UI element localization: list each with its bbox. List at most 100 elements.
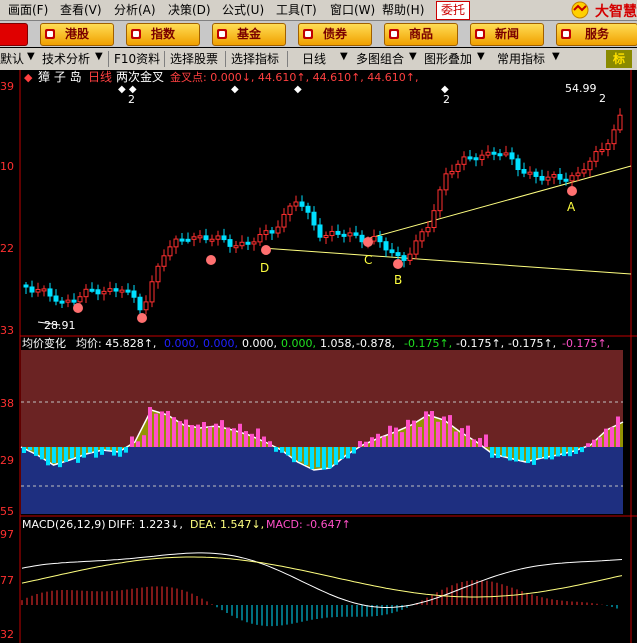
candle-body [275,226,281,234]
avg-bar [586,443,590,447]
avg-bar [394,427,398,447]
candle-body [209,238,215,242]
tb-multi-chart[interactable]: 多图组合 [356,50,404,68]
avg-bar [604,428,608,447]
avg-value: -0.175↑, [508,337,556,350]
candle-body [503,152,509,156]
candle-body [257,234,263,243]
candle-body [497,153,503,157]
candle-body [437,189,443,212]
avg-bar [292,447,296,463]
candle-body [65,299,71,303]
chart-canvas[interactable]: 39 10 22 33 ◆ 獐 子 岛 日线 两次金叉 金叉点: 0.000↓,… [0,70,637,643]
avg-bar [184,419,188,447]
tb-corner-button[interactable]: 标 [606,50,632,68]
avg-bar [58,447,62,468]
menu-formula[interactable]: 公式(U) [222,2,264,18]
candle-body [575,172,581,177]
avg-bar [340,447,344,459]
menu-tools[interactable]: 工具(T) [276,2,317,18]
candle-body [119,289,125,293]
candle-body [587,160,593,171]
candle-body [383,241,389,251]
nav-commodities[interactable]: 商品 [384,23,458,46]
avg-bar [430,411,434,447]
price-axis-label: 22 [0,242,14,255]
avg-bar [220,420,224,447]
dropdown-arrow-icon[interactable]: ▼ [409,51,417,62]
menu-decision[interactable]: 决策(D) [168,2,211,18]
nav-service[interactable]: 服务 [556,23,637,46]
nav-funds[interactable]: 基金 [212,23,286,46]
menu-help[interactable]: 帮助(H) [382,2,424,18]
brand-logo: 大智慧 [568,0,637,20]
signal-marker: ◆ [231,84,239,95]
menu-analysis[interactable]: 分析(A) [114,2,156,18]
candle-body [533,171,539,177]
avg-bar [502,447,506,457]
nav-news[interactable]: 新闻 [470,23,544,46]
candle-body [479,154,485,161]
candle-body [167,246,173,257]
candle-body [455,163,461,172]
nav-icon [561,29,571,39]
avg-bar [556,447,560,457]
candle-body [29,286,35,293]
avg-bar [226,427,230,447]
nav-hk-stocks[interactable]: 港股 [40,23,114,46]
avg-bar [322,447,326,470]
menu-file[interactable]: 画面(F) [8,2,48,18]
dropdown-arrow-icon[interactable]: ▼ [95,51,103,62]
nav-index[interactable]: 指数 [126,23,200,46]
avg-bar [160,411,164,447]
avg-value: 0.000, [242,337,277,350]
tb-technical-analysis[interactable]: 技术分析 [42,50,90,68]
entrust-button[interactable]: 委托 [436,1,470,20]
avg-bar [178,421,182,447]
tb-pick-stock[interactable]: 选择股票 [170,50,218,68]
nav-icon [217,29,227,39]
candle-body [569,175,575,182]
candle-body [83,288,89,298]
signal-count: 2 [599,92,606,105]
macd-dea-value: DEA: 1.547↓, [190,518,264,531]
nav-icon [389,29,399,39]
dropdown-arrow-icon[interactable]: ▼ [27,51,35,62]
avg-bar [172,417,176,447]
dropdown-arrow-icon[interactable]: ▼ [477,51,485,62]
nav-bonds[interactable]: 债券 [298,23,372,46]
candle-body [179,238,185,242]
low-price-label: 28.91 [44,319,76,332]
candle-body [419,231,425,242]
avg-bar [358,441,362,447]
menu-view[interactable]: 查看(V) [60,2,102,18]
avg-bar [574,447,578,454]
candle-body [131,290,137,298]
tb-period[interactable]: 日线 [302,50,326,68]
candle-body [71,299,77,303]
avg-upper-zone [21,350,623,447]
tb-f10[interactable]: F10资料 [114,50,160,68]
macd-axis-label: 97 [0,528,14,541]
tb-overlay[interactable]: 图形叠加 [424,50,472,68]
avg-bar [76,447,80,463]
candle-body [59,300,65,304]
tb-default[interactable]: 默认 [0,50,24,68]
avg-bar [616,416,620,447]
nav-partial-button[interactable] [0,23,28,46]
tb-pick-indicator[interactable]: 选择指标 [231,50,279,68]
pattern-label-b: B [394,273,402,287]
dropdown-arrow-icon[interactable]: ▼ [340,51,348,62]
candle-body [551,173,557,178]
candle-body [617,114,623,131]
tb-common-indicator[interactable]: 常用指标 [497,50,545,68]
avg-bar [40,447,44,460]
menu-window[interactable]: 窗口(W) [330,2,375,18]
candle-body [41,288,47,292]
candle-body [137,296,143,311]
toolbar-divider [225,51,226,67]
candle-body [53,295,59,302]
candle-body [251,241,257,245]
dropdown-arrow-icon[interactable]: ▼ [552,51,560,62]
avg-bar [268,441,272,447]
